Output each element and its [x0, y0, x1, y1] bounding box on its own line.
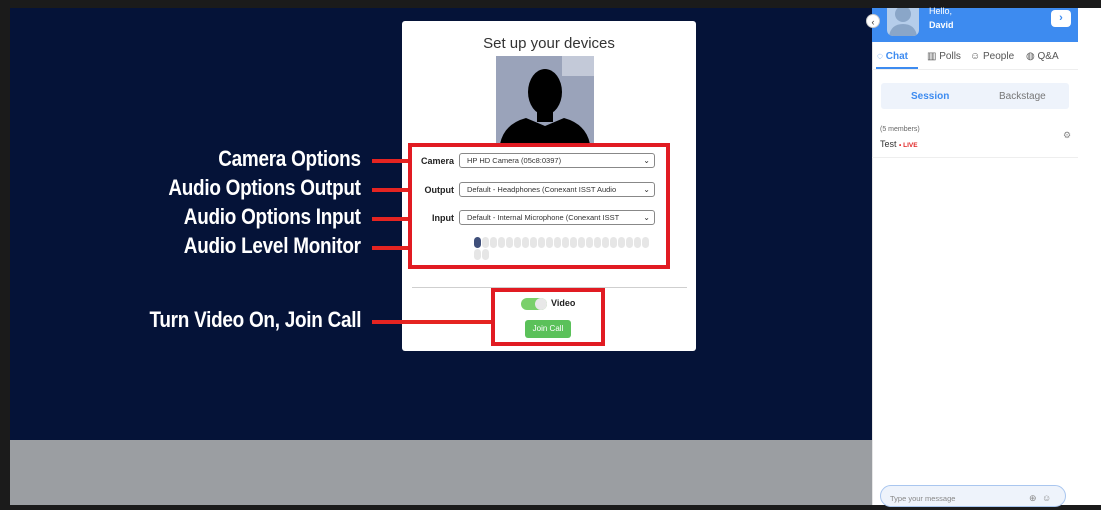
camera-preview: [496, 56, 594, 144]
tab-qa-label: Q&A: [1037, 51, 1059, 62]
annotation-line-output: [372, 188, 408, 192]
segment-session[interactable]: Session: [911, 91, 949, 102]
collapse-panel-button[interactable]: ‹: [866, 14, 880, 28]
gear-icon[interactable]: ⚙: [1063, 130, 1071, 141]
tab-chat-label: Chat: [885, 51, 908, 62]
avatar-silhouette-icon: [500, 56, 594, 144]
add-attachment-icon[interactable]: ⊕: [1029, 493, 1037, 504]
annotation-audio-output: Audio Options Output: [168, 175, 362, 200]
window-frame-left: [0, 0, 10, 510]
annotation-audio-level: Audio Level Monitor: [184, 233, 361, 258]
join-controls-highlight: [491, 288, 605, 346]
member-count: (5 members): [880, 126, 920, 133]
bottom-toolbar: [10, 440, 872, 505]
tab-polls-label: Polls: [939, 51, 961, 62]
chevron-left-icon: ‹: [871, 17, 875, 27]
tabs-divider: [872, 69, 1078, 70]
tab-chat[interactable]: ◌ Chat: [877, 51, 908, 62]
annotation-line-camera: [372, 159, 408, 163]
qa-bubbles-icon: ◍: [1026, 51, 1035, 62]
room-name: Test: [880, 139, 897, 149]
tab-qa[interactable]: ◍ Q&A: [1026, 51, 1059, 62]
modal-title: Set up your devices: [483, 35, 615, 52]
annotation-camera-options: Camera Options: [218, 146, 361, 171]
greeting-text: Hello,: [929, 6, 953, 16]
bar-chart-icon: ▥: [927, 51, 937, 62]
annotation-audio-input: Audio Options Input: [184, 204, 361, 229]
emoji-icon[interactable]: ☺: [1042, 493, 1051, 503]
live-badge: • LIVE: [899, 142, 918, 149]
tab-polls[interactable]: ▥ Polls: [927, 51, 961, 62]
annotation-line-join: [372, 320, 491, 324]
annotation-line-level: [372, 246, 408, 250]
room-item[interactable]: Test • LIVE: [880, 139, 918, 149]
room-divider: [872, 157, 1078, 158]
chevron-right-icon[interactable]: ›: [1051, 10, 1071, 27]
avatar-icon: [889, 8, 917, 36]
live-status: LIVE: [903, 142, 918, 149]
people-icon: ☺: [970, 51, 981, 62]
annotation-video-join: Turn Video On, Join Call: [149, 307, 361, 332]
message-placeholder: Type your message: [890, 494, 956, 503]
segment-backstage[interactable]: Backstage: [999, 91, 1046, 102]
right-margin: [1078, 8, 1101, 505]
user-name: David: [929, 20, 954, 30]
annotation-line-input: [372, 217, 408, 221]
chat-bubble-icon: ◌: [877, 51, 883, 62]
user-avatar: [887, 8, 919, 36]
tab-people-label: People: [983, 51, 1015, 62]
tab-people[interactable]: ☺ People: [970, 51, 1014, 62]
device-options-highlight: [408, 143, 670, 269]
